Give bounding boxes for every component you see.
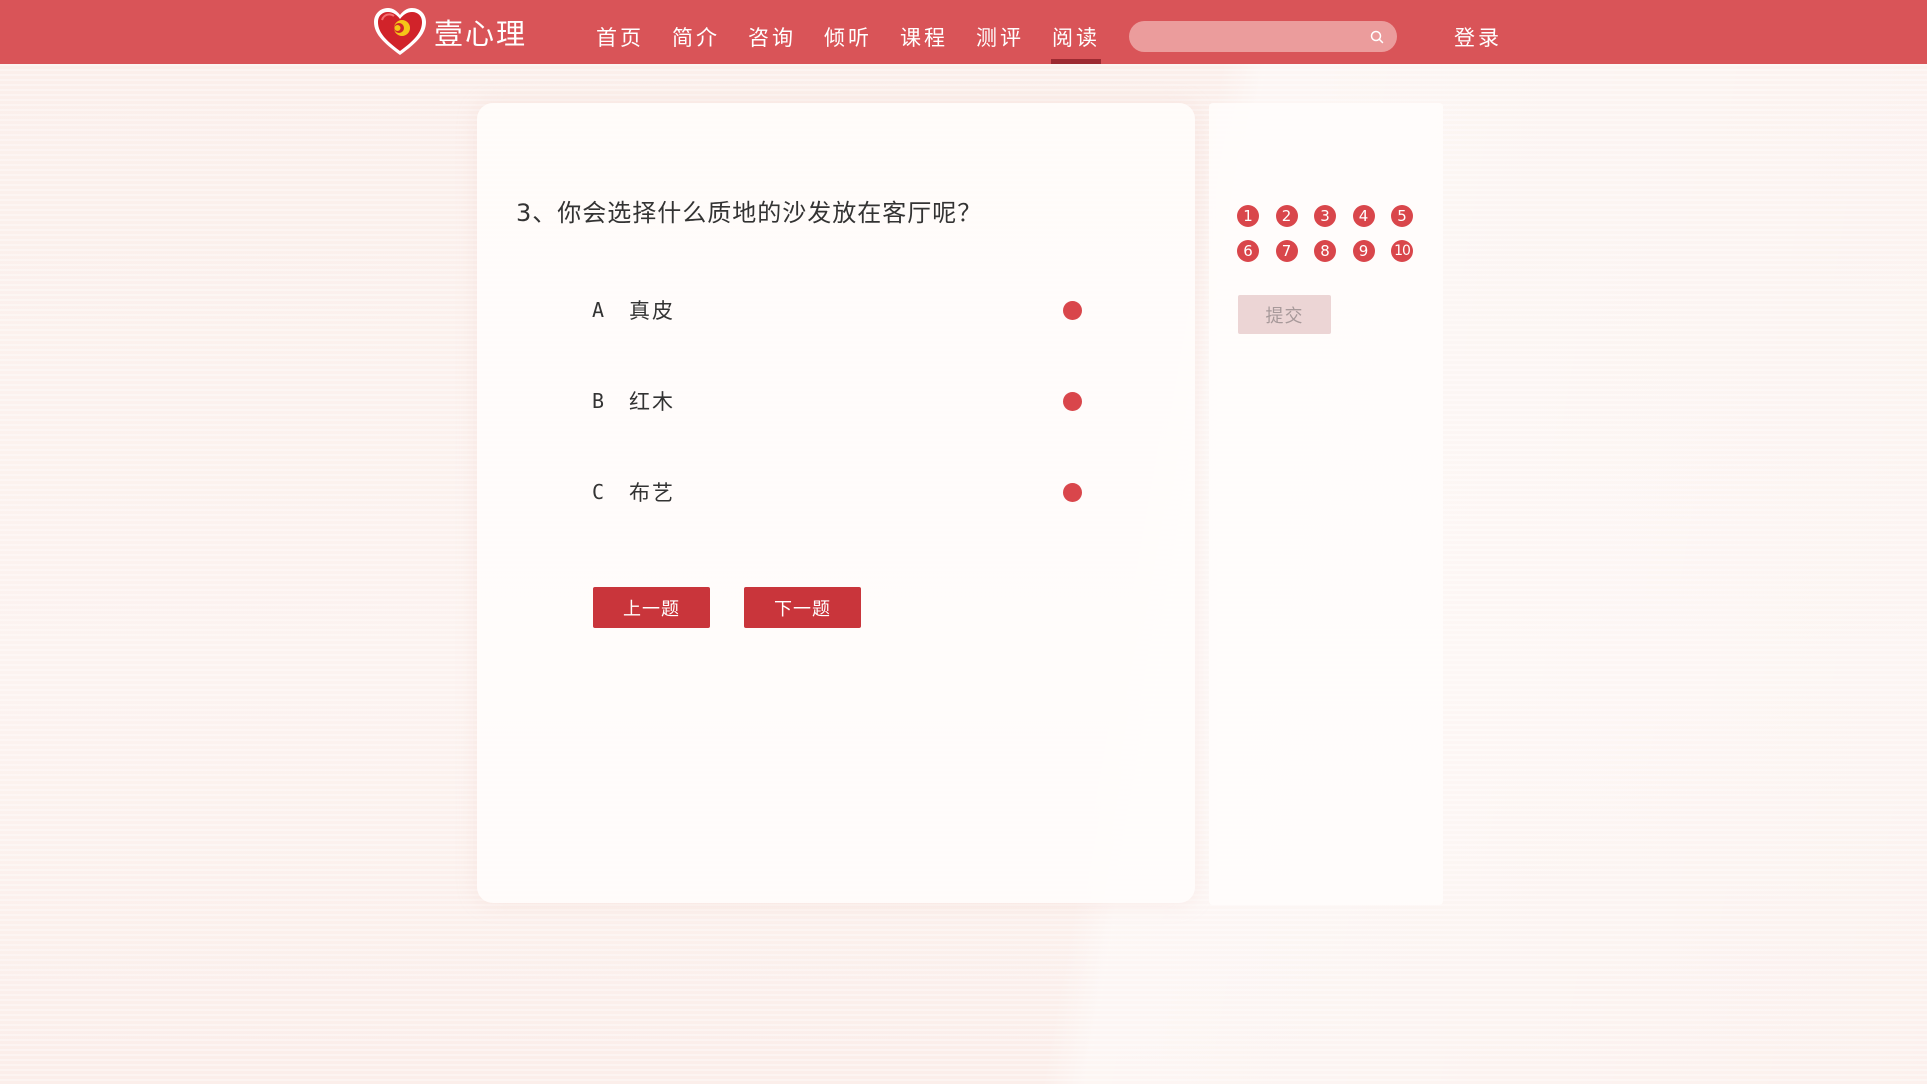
nav-item-listen[interactable]: 倾听: [810, 0, 886, 64]
question-number-6[interactable]: 6: [1237, 240, 1259, 262]
nav-item-reading[interactable]: 阅读: [1038, 0, 1114, 64]
question-number-5[interactable]: 5: [1391, 205, 1413, 227]
heart-logo-icon: [374, 8, 426, 55]
question-number-1[interactable]: 1: [1237, 205, 1259, 227]
brand-name: 壹心理: [434, 17, 528, 51]
submit-button[interactable]: 提交: [1238, 295, 1331, 334]
question-card: 3、你会选择什么质地的沙发放在客厅呢？ A 真皮 B 红木 C 布艺 上一题 下…: [477, 103, 1195, 903]
question-number-8[interactable]: 8: [1314, 240, 1336, 262]
search-input[interactable]: [1129, 21, 1359, 52]
nav-item-home[interactable]: 首页: [582, 0, 658, 64]
question-number-3[interactable]: 3: [1314, 205, 1336, 227]
question-number-grid: 1 2 3 4 5 6 7 8 9 10: [1237, 205, 1427, 262]
option-label: 真皮: [629, 299, 675, 323]
option-c[interactable]: C 布艺: [592, 472, 1082, 512]
main-nav: 首页 简介 咨询 倾听 课程 测评 阅读: [582, 0, 1114, 64]
option-a[interactable]: A 真皮: [592, 290, 1082, 330]
question-number-10[interactable]: 10: [1391, 240, 1413, 262]
brand-logo[interactable]: 壹心理: [372, 6, 532, 58]
search-icon[interactable]: [1369, 29, 1385, 45]
option-letter: C: [592, 480, 605, 504]
login-link[interactable]: 登录: [1454, 22, 1502, 52]
nav-item-courses[interactable]: 课程: [886, 0, 962, 64]
option-radio[interactable]: [1063, 483, 1082, 502]
option-label: 红木: [629, 390, 675, 414]
question-number-9[interactable]: 9: [1352, 240, 1375, 262]
option-label: 布艺: [629, 481, 675, 505]
question-number-7[interactable]: 7: [1275, 240, 1298, 262]
question-number-4[interactable]: 4: [1352, 205, 1375, 227]
option-letter: A: [592, 298, 605, 322]
top-navigation-bar: 壹心理 首页 简介 咨询 倾听 课程 测评 阅读 登录: [0, 0, 1927, 64]
nav-item-intro[interactable]: 简介: [658, 0, 734, 64]
nav-item-tests[interactable]: 测评: [962, 0, 1038, 64]
option-radio[interactable]: [1063, 301, 1082, 320]
nav-item-consult[interactable]: 咨询: [734, 0, 810, 64]
next-question-button[interactable]: 下一题: [744, 587, 861, 628]
question-navigator: 1 2 3 4 5 6 7 8 9 10 提交: [1209, 103, 1443, 905]
question-number-2[interactable]: 2: [1275, 205, 1298, 227]
option-b[interactable]: B 红木: [592, 381, 1082, 421]
prev-question-button[interactable]: 上一题: [593, 587, 710, 628]
question-text: 3、你会选择什么质地的沙发放在客厅呢？: [516, 199, 983, 227]
option-letter: B: [592, 389, 605, 413]
option-radio[interactable]: [1063, 392, 1082, 411]
search-box: [1129, 21, 1397, 52]
